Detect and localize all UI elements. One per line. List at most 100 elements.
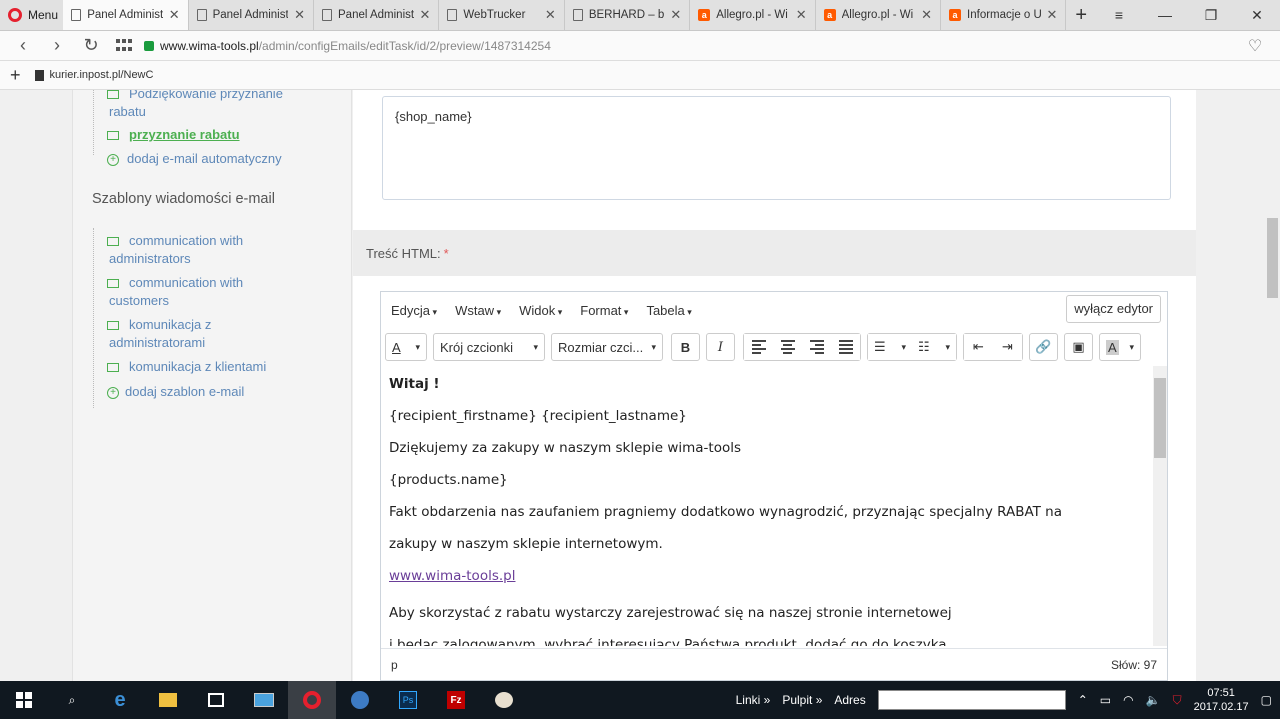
paint-icon[interactable]: [480, 681, 528, 719]
allegro-icon: a: [823, 9, 836, 21]
text-color-button[interactable]: A ▾: [385, 333, 427, 361]
opera-menu-button[interactable]: Menu: [0, 0, 63, 30]
app-icon[interactable]: [336, 681, 384, 719]
browser-tab[interactable]: a Allegro.pl - Wi ✕: [690, 0, 816, 30]
bookmark-heart-icon[interactable]: ♡: [1240, 36, 1270, 56]
reload-icon[interactable]: ↻: [76, 35, 106, 56]
browser-tab[interactable]: a Allegro.pl - Wi ✕: [816, 0, 942, 30]
browser-tab[interactable]: Panel Administ ✕: [189, 0, 314, 30]
notifications-icon[interactable]: ▢: [1261, 693, 1272, 707]
battery-icon[interactable]: ▭: [1100, 693, 1111, 707]
back-icon[interactable]: ‹: [8, 35, 38, 56]
edge-icon[interactable]: e: [96, 681, 144, 719]
sidebar-item-template[interactable]: communication with customers: [93, 274, 293, 310]
taskbar-address-input[interactable]: [877, 690, 1066, 710]
browser-tab[interactable]: a Informacje o U ✕: [941, 0, 1067, 30]
url-field[interactable]: www.wima-tools.pl/admin/configEmails/edi…: [144, 39, 1236, 53]
align-right-icon[interactable]: [802, 334, 831, 360]
editor-content[interactable]: Witaj ! {recipient_firstname} {recipient…: [381, 366, 1153, 646]
add-template-link[interactable]: + dodaj szablon e-mail: [93, 383, 293, 401]
menu-format[interactable]: Format: [580, 303, 628, 318]
shop-link[interactable]: www.wima-tools.pl: [389, 568, 515, 584]
envelope-icon: [107, 279, 119, 289]
disable-editor-button[interactable]: wyłącz edytor: [1066, 295, 1161, 323]
tab-menu-icon[interactable]: ≡: [1096, 7, 1142, 23]
sidebar-item-template[interactable]: komunikacja z klientami: [93, 358, 293, 376]
store-icon[interactable]: [192, 681, 240, 719]
opera-taskbar-icon[interactable]: [288, 681, 336, 719]
font-family-select[interactable]: Krój czcionki ▾: [433, 333, 545, 361]
link-icon[interactable]: 🔗: [1029, 333, 1058, 361]
links-toolbar[interactable]: Linki »: [736, 693, 771, 707]
sidebar-item-template[interactable]: communication with administrators: [93, 232, 293, 268]
numbered-list-icon[interactable]: ☷ ▾: [912, 334, 956, 360]
outdent-icon[interactable]: ⇤: [964, 334, 993, 360]
add-bookmark-icon[interactable]: +: [10, 65, 21, 86]
bookmarks-bar: + kurier.inpost.pl/NewC: [0, 61, 1280, 90]
subject-textarea[interactable]: {shop_name}: [382, 96, 1171, 200]
close-tab-icon[interactable]: ✕: [1047, 7, 1058, 23]
close-tab-icon[interactable]: ✕: [169, 7, 180, 23]
close-tab-icon[interactable]: ✕: [670, 7, 681, 23]
sidebar-item-podziekowanie[interactable]: Podziękowanie przyznanie rabatu: [93, 90, 293, 121]
new-tab-button[interactable]: +: [1066, 0, 1096, 30]
menu-edycja[interactable]: Edycja: [391, 303, 437, 318]
sidebar-item-template[interactable]: komunikacja z administratorami: [93, 316, 293, 352]
bullet-list-icon[interactable]: ☰ ▾: [868, 334, 912, 360]
page-scroll-thumb[interactable]: [1267, 218, 1278, 298]
bold-icon[interactable]: B: [671, 333, 700, 361]
shield-icon[interactable]: ⛉: [1173, 693, 1182, 708]
menu-tabela[interactable]: Tabela: [646, 303, 691, 318]
font-size-select[interactable]: Rozmiar czci... ▾: [551, 333, 663, 361]
close-tab-icon[interactable]: ✕: [796, 7, 807, 23]
browser-tab[interactable]: Panel Administ ✕: [314, 0, 440, 30]
image-icon[interactable]: ▣: [1064, 333, 1093, 361]
element-path[interactable]: p: [391, 658, 398, 672]
align-group: [743, 333, 861, 361]
filezilla-icon[interactable]: Fz: [432, 681, 480, 719]
volume-icon[interactable]: 🔈: [1146, 693, 1161, 707]
align-center-icon[interactable]: [773, 334, 802, 360]
plus-circle-icon: +: [107, 386, 119, 399]
chevron-up-icon[interactable]: ⌃: [1078, 693, 1088, 707]
photoshop-icon[interactable]: Ps: [384, 681, 432, 719]
align-left-icon[interactable]: [744, 334, 773, 360]
editor-scrollbar[interactable]: [1153, 366, 1167, 646]
minimize-icon[interactable]: —: [1142, 7, 1188, 23]
menu-wstaw[interactable]: Wstaw: [455, 303, 501, 318]
desktop-toolbar[interactable]: Pulpit »: [782, 693, 822, 707]
browser-tab[interactable]: Panel Administ ✕: [63, 0, 189, 30]
clock[interactable]: 07:51 2017.02.17: [1194, 686, 1249, 714]
browser-tab[interactable]: WebTrucker ✕: [439, 0, 565, 30]
speed-dial-icon[interactable]: [116, 38, 134, 53]
search-icon[interactable]: ⌕: [48, 681, 96, 719]
menu-widok[interactable]: Widok: [519, 303, 562, 318]
page-content: Podziękowanie przyznanie rabatu przyznan…: [0, 90, 1265, 681]
howto-text: Aby skorzystać z rabatu wystarczy zareje…: [389, 605, 952, 621]
wifi-icon[interactable]: ◠: [1123, 693, 1133, 707]
word-count: Słów: 97: [1110, 657, 1157, 672]
envelope-icon: [107, 321, 119, 331]
sidebar-item-przyznanie-rabatu[interactable]: przyznanie rabatu: [93, 126, 293, 144]
close-tab-icon[interactable]: ✕: [921, 7, 932, 23]
indent-icon[interactable]: ⇥: [993, 334, 1022, 360]
close-tab-icon[interactable]: ✕: [545, 7, 556, 23]
background-color-button[interactable]: A ▾: [1099, 333, 1141, 361]
start-button[interactable]: [0, 681, 48, 719]
italic-icon[interactable]: I: [706, 333, 735, 361]
file-explorer-icon[interactable]: [144, 681, 192, 719]
bookmark-item[interactable]: kurier.inpost.pl/NewC: [34, 69, 153, 81]
forward-icon[interactable]: ›: [42, 35, 72, 56]
close-window-icon[interactable]: ✕: [1234, 7, 1280, 24]
close-tab-icon[interactable]: ✕: [420, 7, 431, 23]
browser-tab[interactable]: BERHARD – ber ✕: [565, 0, 691, 30]
add-auto-email-link[interactable]: + dodaj e-mail automatyczny: [93, 150, 293, 168]
document-icon: [34, 69, 44, 81]
computer-icon[interactable]: [240, 681, 288, 719]
page-scrollbar[interactable]: [1265, 90, 1280, 681]
thanks-text: Dziękujemy za zakupy w naszym sklepie wi…: [389, 440, 742, 456]
restore-icon[interactable]: ❐: [1188, 7, 1234, 24]
editor-scroll-thumb[interactable]: [1154, 378, 1166, 458]
align-justify-icon[interactable]: [831, 334, 860, 360]
close-tab-icon[interactable]: ✕: [294, 7, 305, 23]
